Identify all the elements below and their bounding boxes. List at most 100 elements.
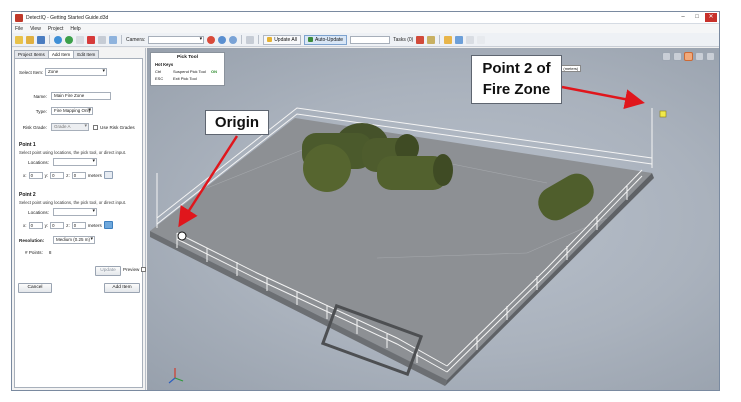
cancel-task-icon[interactable] <box>416 35 425 44</box>
open-folder-icon[interactable] <box>26 35 34 44</box>
hotkey-ctrl: Ctrl <box>155 69 162 74</box>
menu-view[interactable]: View <box>30 26 41 32</box>
point2-callout: Point 2 of Fire Zone <box>471 55 562 104</box>
monitor-icon[interactable] <box>109 35 117 44</box>
menu-file[interactable]: File <box>15 26 23 32</box>
use-risk-grades-option[interactable]: Use Risk Grades <box>93 124 135 130</box>
point1-title: Point 1 <box>19 142 36 148</box>
maximize-button[interactable]: □ <box>691 13 703 22</box>
risk-grade-label: Risk Grade: <box>22 124 47 130</box>
draw-icon[interactable] <box>455 35 464 44</box>
point1-locations-label: Locations: <box>28 159 49 165</box>
toolbar-separator <box>241 35 243 44</box>
toolbar-separator <box>49 35 50 44</box>
zoom-fit-icon[interactable] <box>706 52 715 61</box>
pick-tool-icon[interactable] <box>684 52 693 61</box>
point2-y-input[interactable]: 0 <box>50 221 65 229</box>
minimize-button[interactable]: – <box>677 13 689 22</box>
select-item-dropdown[interactable]: Zone <box>45 68 107 76</box>
search-input[interactable] <box>350 35 391 44</box>
menu-help[interactable]: Help <box>70 26 80 32</box>
grid-icon[interactable] <box>76 35 84 44</box>
pick-tool-panel: Pick Tool Hot Keys Ctrl Suspend Pick Too… <box>150 52 225 86</box>
panel-tabs: Project Items Add Item Edit Item <box>14 50 100 58</box>
hotkey-ctrl-action: Suspend Pick Tool <box>173 69 206 74</box>
save-icon[interactable] <box>37 35 45 44</box>
point1-desc: Select point using locations, the pick t… <box>19 150 127 155</box>
point2-locations-dropdown[interactable] <box>53 208 97 216</box>
point1-z-label: z: <box>66 172 70 178</box>
preview-checkbox[interactable] <box>141 267 147 272</box>
tab-edit-item[interactable]: Edit Item <box>73 50 100 58</box>
point2-pick-tool-button[interactable] <box>103 221 113 229</box>
point1-locations-dropdown[interactable] <box>53 158 97 166</box>
hotkey-esc-action: Exit Pick Tool <box>173 76 197 81</box>
camera-add-icon[interactable] <box>218 35 227 44</box>
point1-y-label: y: <box>44 172 49 178</box>
point2-callout-line1: Point 2 of <box>482 60 551 77</box>
new-file-icon[interactable] <box>15 35 23 44</box>
update-all-button[interactable]: Update All <box>263 34 301 45</box>
use-risk-grades-checkbox[interactable] <box>93 124 98 130</box>
tasks-label[interactable]: Tasks (0) <box>393 37 413 43</box>
properties-icon[interactable] <box>466 35 475 44</box>
point2-x-label: x: <box>23 222 27 228</box>
hot-keys-label: Hot Keys <box>155 62 174 67</box>
auto-update-button[interactable]: Auto-Update <box>303 34 348 45</box>
point2-z-input[interactable]: 0 <box>71 221 86 229</box>
point1-z-input[interactable]: 0 <box>71 171 86 179</box>
measure-icon[interactable] <box>695 52 704 61</box>
cancel-button[interactable]: Cancel <box>18 283 52 293</box>
use-risk-grades-label: Use Risk Grades <box>100 124 135 130</box>
add-icon[interactable] <box>54 35 62 44</box>
point1-x-label: x: <box>23 172 27 178</box>
stop-icon[interactable] <box>87 35 95 44</box>
camera-select[interactable] <box>148 35 205 44</box>
scene-canvas <box>150 107 667 386</box>
hotkey-esc: ESC <box>155 76 164 81</box>
name-input[interactable]: Main Fire Zone <box>51 92 111 100</box>
pointer-icon[interactable] <box>246 35 255 44</box>
auto-update-label: Auto-Update <box>314 36 344 43</box>
menu-project[interactable]: Project <box>48 26 64 32</box>
point1-pick-tool-button[interactable] <box>103 171 113 179</box>
add-item-button[interactable]: Add Item <box>104 283 140 293</box>
lightning-icon <box>267 37 273 42</box>
camera-delete-icon[interactable] <box>207 35 216 44</box>
origin-marker <box>177 231 187 241</box>
update-button[interactable]: Update <box>95 266 121 276</box>
close-button[interactable]: ✕ <box>705 13 717 22</box>
title-bar: DetectIQ - Getting Started Guide.d3d – □… <box>12 12 719 24</box>
layers-icon[interactable] <box>98 35 106 44</box>
run-icon[interactable] <box>65 35 73 44</box>
resolution-dropdown[interactable]: Medium (0.25 m) <box>53 236 95 244</box>
export-icon[interactable] <box>477 35 486 44</box>
globe-icon[interactable] <box>229 35 238 44</box>
layers-view-icon[interactable] <box>673 52 682 61</box>
camera-label: Camera: <box>126 36 146 43</box>
menu-bar: File View Project Help <box>12 24 719 33</box>
3d-viewport[interactable]: Pick Tool Hot Keys Ctrl Suspend Pick Too… <box>147 48 719 390</box>
point2-desc: Select point using locations, the pick t… <box>19 200 127 205</box>
point2-x-input[interactable]: 0 <box>28 221 43 229</box>
type-dropdown[interactable]: Fire Mapping Only <box>51 107 93 115</box>
point1-y-input[interactable]: 0 <box>50 171 65 179</box>
viewport-tools <box>662 52 715 61</box>
point2-title: Point 2 <box>19 192 36 198</box>
toolbar-separator <box>258 35 260 44</box>
tab-project-items[interactable]: Project Items <box>14 50 49 58</box>
resolution-label: Resolution: <box>19 237 45 243</box>
pick-tool-title: Pick Tool <box>177 55 198 60</box>
risk-grade-dropdown[interactable]: Grade A <box>51 123 89 131</box>
tab-add-item[interactable]: Add Item <box>47 50 75 58</box>
view-cube-icon[interactable] <box>662 52 671 61</box>
update-all-label: Update All <box>274 36 297 43</box>
pencil-icon[interactable] <box>444 35 453 44</box>
cancel-button-label: Cancel <box>27 285 43 290</box>
toolbar: Camera: Update All Auto-Update Tasks (0) <box>12 33 719 47</box>
point1-x-input[interactable]: 0 <box>28 171 43 179</box>
tools-icon[interactable] <box>427 35 436 44</box>
point2-callout-line2: Fire Zone <box>482 81 551 98</box>
add-item-form: Select Item: Zone Name: Main Fire Zone T… <box>14 58 147 388</box>
preview-label: Preview <box>123 267 140 272</box>
